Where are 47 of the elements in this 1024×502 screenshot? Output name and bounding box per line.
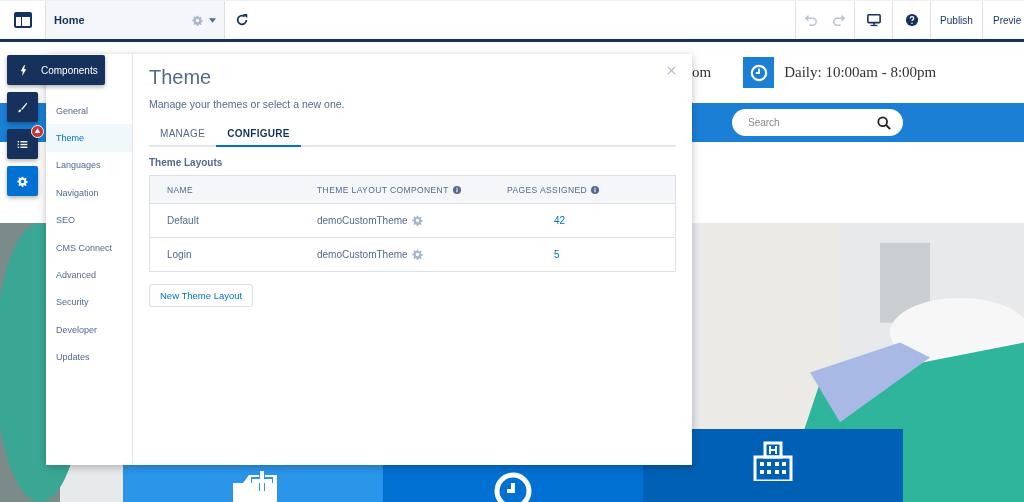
table-cell: demoCustomTheme (317, 215, 408, 226)
dialog-subtitle: Manage your themes or select a new one. (149, 98, 346, 110)
dock-button[interactable] (7, 129, 38, 159)
gear-icon (411, 249, 423, 260)
nav-item[interactable]: General (46, 97, 132, 125)
clock-icon (743, 57, 775, 88)
brush-icon (17, 101, 28, 113)
column-header: PAGES ASSIGNED (507, 184, 588, 195)
nav-item[interactable]: Theme (46, 124, 132, 152)
opening-hours: Daily: 10:00am - 8:00pm (784, 64, 937, 81)
nav-item[interactable]: Developer (46, 316, 132, 344)
components-button[interactable]: Components (7, 55, 105, 85)
refresh-icon[interactable] (235, 13, 249, 27)
page-dropdown[interactable]: Home (46, 1, 225, 39)
column-header: THEME LAYOUT COMPONENT (317, 184, 449, 195)
section-title: Theme Layouts (149, 157, 224, 168)
tab[interactable]: MANAGE (149, 122, 217, 147)
pages-link[interactable]: 42 (554, 215, 566, 226)
help-icon[interactable] (904, 13, 919, 27)
nav-item[interactable]: Advanced (46, 261, 132, 289)
desktop-icon[interactable] (866, 13, 881, 27)
gear-icon (411, 215, 423, 226)
new-theme-layout-button[interactable]: New Theme Layout (149, 284, 254, 307)
tab[interactable]: CONFIGURE (216, 122, 301, 147)
nav-item[interactable]: Navigation (46, 179, 132, 207)
nav-item[interactable]: Updates (46, 343, 132, 371)
pages-link[interactable]: 5 (554, 249, 560, 260)
bolt-icon (18, 64, 29, 76)
layout-icon[interactable] (12, 10, 33, 30)
list-icon (17, 138, 28, 150)
table-cell: Login (167, 249, 192, 260)
search-field[interactable]: Search (732, 109, 903, 136)
feature-tile[interactable] (643, 429, 903, 502)
header-text: om (692, 64, 712, 81)
column-header: NAME (167, 184, 194, 195)
table-cell: demoCustomTheme (317, 249, 408, 260)
caret-icon (209, 17, 216, 23)
gear-icon (192, 14, 203, 26)
search-icon[interactable] (877, 116, 891, 130)
dock-button[interactable] (7, 166, 38, 196)
nav-item[interactable]: CMS Connect (46, 233, 132, 262)
nav-item[interactable]: SEO (46, 206, 132, 234)
dialog-title: Theme (149, 66, 212, 90)
settings-icon (17, 175, 28, 187)
nav-item[interactable]: Languages (46, 151, 132, 180)
table-cell: Default (167, 215, 199, 226)
nav-item[interactable]: Security (46, 288, 132, 317)
